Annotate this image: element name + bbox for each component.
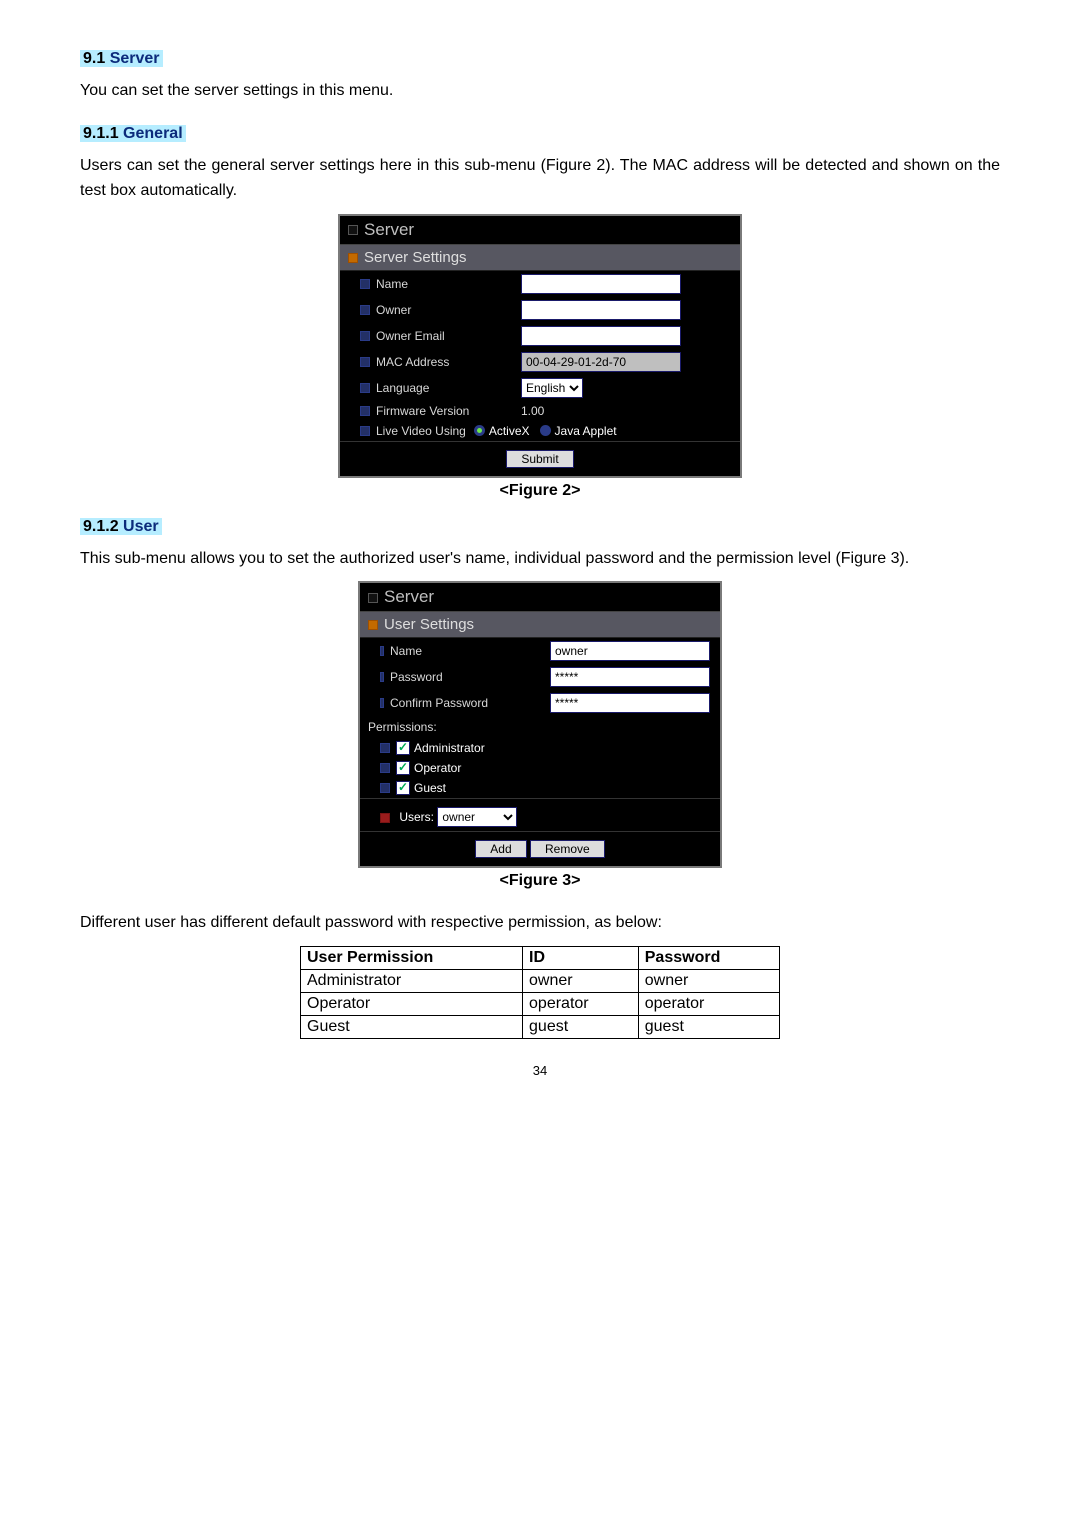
figure-2-caption: <Figure 2> [80,482,1000,500]
page-number: 34 [80,1063,1000,1078]
table-row: Operator operator operator [301,992,780,1015]
sec-9-1-2-body: This sub-menu allows you to set the auth… [80,546,1000,572]
fig2-radio-java[interactable] [540,425,551,436]
fig2-fw-value: 1.00 [521,404,544,418]
diff-user-para: Different user has different default pas… [80,910,1000,936]
fig3-chk-guest[interactable]: ✓ [396,781,410,795]
fig3-subtitle: User Settings [384,616,474,633]
fig3-name-label: Name [390,644,550,658]
sec-9-1-2-num: 9.1.2 [83,518,119,535]
fig2-mac-label: MAC Address [376,355,521,369]
fig2-title: Server [364,220,414,239]
fig3-pwd-label: Password [390,670,550,684]
fig3-cpwd-input[interactable] [550,693,710,713]
fig3-name-input[interactable] [550,641,710,661]
fig3-pwd-input[interactable] [550,667,710,687]
fig2-owneremail-label: Owner Email [376,329,521,343]
fig2-lvu-label: Live Video Using [376,424,466,438]
fig3-cpwd-label: Confirm Password [390,696,550,710]
fig2-mac-input [521,352,681,372]
table-row: Guest guest guest [301,1015,780,1038]
fig2-name-input[interactable] [521,274,681,294]
sec-9-1-body: You can set the server settings in this … [80,78,1000,104]
sec-9-1-1-title: General [123,125,183,142]
fig3-users-select[interactable]: owner [437,807,517,827]
fig2-lang-select[interactable]: English [521,378,583,398]
fig3-users-label: Users: [399,810,434,824]
fig2-activex-label: ActiveX [489,424,530,438]
fig2-java-label: Java Applet [555,424,617,438]
fig3-chk-admin[interactable]: ✓ [396,741,410,755]
fig2-lang-label: Language [376,381,521,395]
fig2-submit-button[interactable]: Submit [506,450,573,468]
perm-th-1: User Permission [301,946,523,969]
fig2-subtitle: Server Settings [364,249,467,266]
fig2-radio-activex[interactable] [474,425,485,436]
permission-table: User Permission ID Password Administrato… [300,946,780,1039]
fig3-guest-label: Guest [414,781,446,795]
fig3-permissions-label: Permissions: [360,716,720,738]
sec-9-1-num: 9.1 [83,50,105,67]
figure-3-caption: <Figure 3> [80,872,1000,890]
table-row: Administrator owner owner [301,969,780,992]
fig2-owner-label: Owner [376,303,521,317]
fig2-owneremail-input[interactable] [521,326,681,346]
sec-9-1-1-num: 9.1.1 [83,125,119,142]
fig3-operator-label: Operator [414,761,461,775]
sec-9-1-1-body: Users can set the general server setting… [80,153,1000,204]
fig3-admin-label: Administrator [414,741,485,755]
sec-9-1-2-title: User [123,518,159,535]
sec-9-1-title: Server [110,50,160,67]
figure-3-panel: Server User Settings Name Password Confi… [358,581,722,868]
perm-th-3: Password [638,946,779,969]
fig2-owner-input[interactable] [521,300,681,320]
figure-2-panel: Server Server Settings Name Owner Owner … [338,214,742,478]
fig2-name-label: Name [376,277,521,291]
fig3-remove-button[interactable]: Remove [530,840,605,858]
perm-th-2: ID [523,946,639,969]
fig2-fw-label: Firmware Version [376,404,521,418]
fig3-add-button[interactable]: Add [475,840,526,858]
fig3-title: Server [384,587,434,606]
fig3-chk-operator[interactable]: ✓ [396,761,410,775]
